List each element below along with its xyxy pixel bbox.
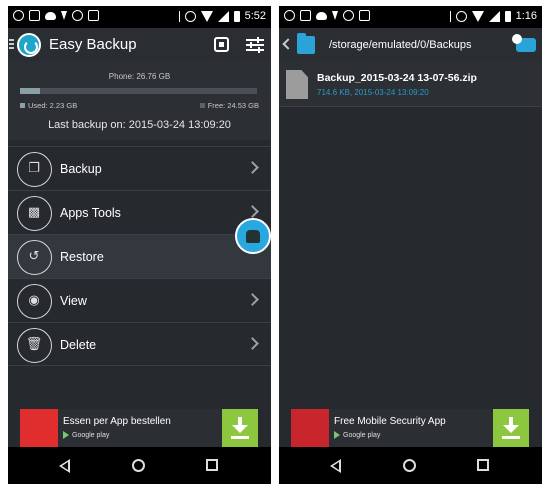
battery-icon (233, 10, 240, 22)
back-arrow-icon[interactable] (282, 38, 294, 50)
wifi-icon (471, 10, 484, 22)
dnd-icon (455, 10, 467, 22)
file-name: Backup_2015-03-24 13-07-56.zip (317, 72, 477, 84)
image-icon (29, 10, 40, 21)
storage-bar (20, 88, 257, 94)
folder-icon (297, 33, 315, 54)
notification-icon (284, 10, 295, 21)
system-icons: 1:16 (445, 10, 537, 22)
menu-item-backup[interactable]: ❐ Backup (8, 146, 271, 190)
system-icons: 5:52 (174, 10, 266, 22)
google-play-badge: Google play (63, 431, 109, 439)
right-phone-screen: 1:16 /storage/emulated/0/Backups Backup_… (279, 6, 542, 484)
file-list-item[interactable]: Backup_2015-03-24 13-07-56.zip 714.6 KB,… (279, 62, 542, 106)
storage-bar-fill (20, 88, 40, 94)
menu-label: Restore (60, 250, 104, 264)
bluetooth-icon (445, 10, 451, 22)
download-icon (61, 11, 67, 20)
signal-icon (217, 10, 229, 22)
app-bar: Easy Backup (8, 28, 271, 62)
recent-apps-icon[interactable] (206, 459, 218, 471)
download-icon (332, 11, 338, 20)
nav-bar (279, 447, 542, 484)
chevron-right-icon (246, 161, 259, 174)
status-time: 5:52 (244, 10, 266, 22)
phone-capacity: Phone: 26.76 GB (108, 72, 171, 81)
drawer-menu-icon[interactable] (9, 39, 14, 49)
file-icon (286, 70, 308, 99)
eye-icon: ◉ (17, 284, 52, 319)
chevron-right-icon (246, 337, 259, 350)
left-phone-screen: 5:52 Easy Backup Phone: 26.76 GB Used: 2… (8, 6, 271, 484)
android-icon: ▩ (17, 196, 52, 231)
notification-icon (13, 10, 24, 21)
app-logo-icon (17, 33, 41, 57)
home-icon[interactable] (403, 459, 416, 472)
trash-icon: 🗑 (17, 328, 52, 363)
signal-icon (488, 10, 500, 22)
menu-label: Delete (60, 338, 97, 352)
menu-item-delete[interactable]: 🗑 Delete (8, 322, 271, 366)
image-icon (300, 10, 311, 21)
last-backup-text: Last backup on: 2015-03-24 13:09:20 (48, 119, 231, 131)
dnd-icon (184, 10, 196, 22)
folder-path: /storage/emulated/0/Backups (329, 39, 472, 51)
screenshot-icon (359, 10, 370, 21)
back-icon[interactable] (59, 459, 70, 473)
home-icon[interactable] (132, 459, 145, 472)
nav-bar (8, 447, 271, 484)
free-label: Free: 24.53 GB (200, 101, 259, 110)
menu-label: Backup (60, 162, 102, 176)
ad-title: Essen per App bestellen (63, 416, 171, 427)
ad-app-icon (20, 409, 58, 447)
menu-item-view[interactable]: ◉ View (8, 278, 271, 322)
menu-label: Apps Tools (60, 206, 121, 220)
phone-copy-icon: ❐ (17, 152, 52, 187)
back-icon[interactable] (330, 459, 341, 473)
status-bar: 1:16 (279, 6, 542, 28)
restore-icon: ↺ (17, 240, 52, 275)
check-icon (343, 10, 354, 21)
app-title: Easy Backup (49, 36, 137, 53)
notification-icons (284, 10, 370, 24)
ad-title: Free Mobile Security App (334, 416, 446, 427)
cloud-icon (45, 12, 56, 20)
android-fab-button[interactable] (235, 218, 271, 254)
ad-download-button[interactable] (493, 409, 529, 447)
cloud-icon (316, 12, 327, 20)
screenshot-icon (88, 10, 99, 21)
menu-item-restore[interactable]: ↺ Restore (8, 234, 271, 278)
bluetooth-icon (174, 10, 180, 22)
status-bar: 5:52 (8, 6, 271, 28)
wifi-icon (200, 10, 213, 22)
android-icon (246, 230, 260, 243)
chevron-right-icon (246, 293, 259, 306)
used-label: Used: 2.23 GB (20, 101, 77, 110)
recent-apps-icon[interactable] (477, 459, 489, 471)
status-time: 1:16 (515, 10, 537, 22)
cloud-upload-icon[interactable] (512, 34, 536, 52)
divider (279, 106, 542, 107)
chevron-right-icon (246, 205, 259, 218)
stop-square-icon[interactable] (214, 37, 229, 52)
menu-item-apps-tools[interactable]: ▩ Apps Tools (8, 190, 271, 234)
check-icon (72, 10, 83, 21)
app-bar: /storage/emulated/0/Backups (279, 28, 542, 62)
ad-banner[interactable]: Essen per App bestellen Google play (20, 409, 258, 447)
ad-banner[interactable]: Free Mobile Security App Google play (291, 409, 529, 447)
battery-icon (504, 10, 511, 22)
ad-app-icon (291, 409, 329, 447)
google-play-badge: Google play (334, 431, 380, 439)
notification-icons (13, 10, 99, 24)
storage-panel: Phone: 26.76 GB Used: 2.23 GB Free: 24.5… (8, 62, 271, 140)
file-meta: 714.6 KB, 2015-03-24 13:09:20 (317, 88, 429, 97)
menu-label: View (60, 294, 87, 308)
settings-sliders-icon[interactable] (246, 37, 264, 53)
ad-download-button[interactable] (222, 409, 258, 447)
